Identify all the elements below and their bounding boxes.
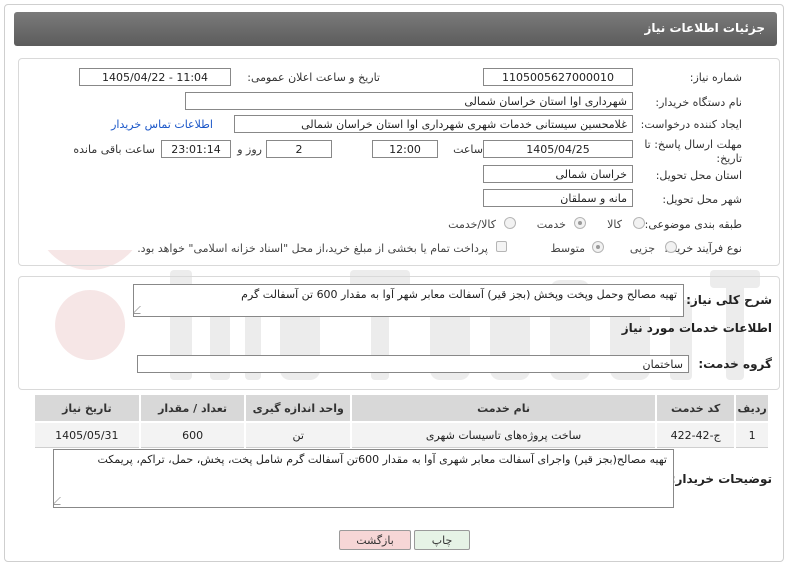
service-group-field[interactable]: ساختمان <box>137 355 689 373</box>
process-medium-radio[interactable] <box>592 241 604 253</box>
back-button[interactable]: بازگشت <box>339 530 411 550</box>
summary-label: شرح کلی نیاز: <box>686 293 772 307</box>
deadline-label-line1: مهلت ارسال پاسخ: تا <box>644 138 742 151</box>
days-label: روز و <box>237 143 262 156</box>
cell-quantity: 600 <box>138 421 247 448</box>
treasury-payment-note: پرداخت تمام یا بخشی از مبلغ خرید،از محل … <box>137 242 488 255</box>
need-details-section <box>18 58 780 266</box>
deadline-time-label: ساعت <box>453 143 483 156</box>
cell-need-date: 1405/05/31 <box>33 421 141 448</box>
services-table: ردیف کد خدمت نام خدمت واحد اندازه گیری ت… <box>33 393 770 448</box>
cell-service-code: ج-42-422 <box>654 421 737 448</box>
remaining-time-label: ساعت باقی مانده <box>73 143 155 156</box>
resize-grip-icon[interactable] <box>134 306 148 314</box>
need-number-field[interactable]: 1105005627000010 <box>483 68 633 86</box>
province-field[interactable]: خراسان شمالی <box>483 165 633 183</box>
buyer-notes-content: تهیه مصالح(بجز قیر) واجرای آسفالت معابر … <box>97 453 667 466</box>
resize-grip-icon[interactable] <box>54 497 68 505</box>
remaining-time-field[interactable]: 23:01:14 <box>161 140 231 158</box>
buyer-org-label: نام دستگاه خریدار: <box>655 96 742 109</box>
buyer-notes-text[interactable]: تهیه مصالح(بجز قیر) واجرای آسفالت معابر … <box>53 449 674 508</box>
city-field[interactable]: مانه و سملقان <box>483 189 633 207</box>
buyer-contact-link[interactable]: اطلاعات تماس خریدار <box>111 118 213 131</box>
requester-field[interactable]: غلامحسین سیستانی خدمات شهری شهرداری اوا … <box>234 115 633 133</box>
col-service-name: نام خدمت <box>350 393 657 423</box>
buyer-notes-label: توضیحات خریدار: <box>670 472 772 486</box>
requester-label: ایجاد کننده درخواست: <box>640 118 742 131</box>
summary-text[interactable]: تهیه مصالح وحمل وپخت وپخش (بجز قیر) آسفا… <box>133 284 684 317</box>
col-service-code: کد خدمت <box>654 393 737 423</box>
cell-unit: تن <box>244 421 353 448</box>
service-group-label: گروه خدمت: <box>698 357 772 371</box>
col-quantity: تعداد / مقدار <box>138 393 247 423</box>
announce-datetime-label: تاریخ و ساعت اعلان عمومی: <box>247 71 380 84</box>
category-service-radio[interactable] <box>574 217 586 229</box>
category-goods-label: کالا <box>607 218 622 231</box>
col-unit: واحد اندازه گیری <box>244 393 353 423</box>
category-goods-service-radio[interactable] <box>504 217 516 229</box>
category-goods-service-label: کالا/خدمت <box>448 218 496 231</box>
summary-text-content: تهیه مصالح وحمل وپخت وپخش (بجز قیر) آسفا… <box>241 288 677 301</box>
cell-row-number: 1 <box>734 421 770 448</box>
category-service-label: خدمت <box>536 218 566 231</box>
deadline-time-field[interactable]: 12:00 <box>372 140 438 158</box>
process-partial-radio[interactable] <box>665 241 677 253</box>
days-remaining-field[interactable]: 2 <box>266 140 332 158</box>
city-label: شهر محل تحویل: <box>662 193 742 206</box>
page-title: جزئیات اطلاعات نیاز <box>644 21 765 35</box>
col-row-number: ردیف <box>734 393 770 423</box>
category-goods-radio[interactable] <box>633 217 645 229</box>
table-header-row: ردیف کد خدمت نام خدمت واحد اندازه گیری ت… <box>33 393 770 423</box>
buyer-org-field[interactable]: شهرداری اوا استان خراسان شمالی <box>185 92 633 110</box>
category-label: طبقه بندی موضوعی: <box>644 218 742 231</box>
need-number-label: شماره نیاز: <box>689 71 742 84</box>
province-label: استان محل تحویل: <box>655 169 742 182</box>
process-partial-label: جزیی <box>629 242 655 255</box>
print-button[interactable]: چاپ <box>414 530 470 550</box>
cell-service-name: ساخت پروژه‌های تاسیسات شهری <box>350 421 657 448</box>
treasury-payment-checkbox[interactable] <box>496 241 507 252</box>
deadline-date-field[interactable]: 1405/04/25 <box>483 140 633 158</box>
header-bar: جزئیات اطلاعات نیاز <box>14 12 777 46</box>
services-info-title: اطلاعات خدمات مورد نیاز <box>621 321 772 335</box>
deadline-label-line2: تاریخ: <box>716 152 742 165</box>
col-need-date: تاریخ نیاز <box>33 393 141 423</box>
announce-datetime-field[interactable]: 1405/04/22 - 11:04 <box>79 68 231 86</box>
process-medium-label: متوسط <box>550 242 585 255</box>
table-row[interactable]: 1 ج-42-422 ساخت پروژه‌های تاسیسات شهری ت… <box>33 421 770 448</box>
